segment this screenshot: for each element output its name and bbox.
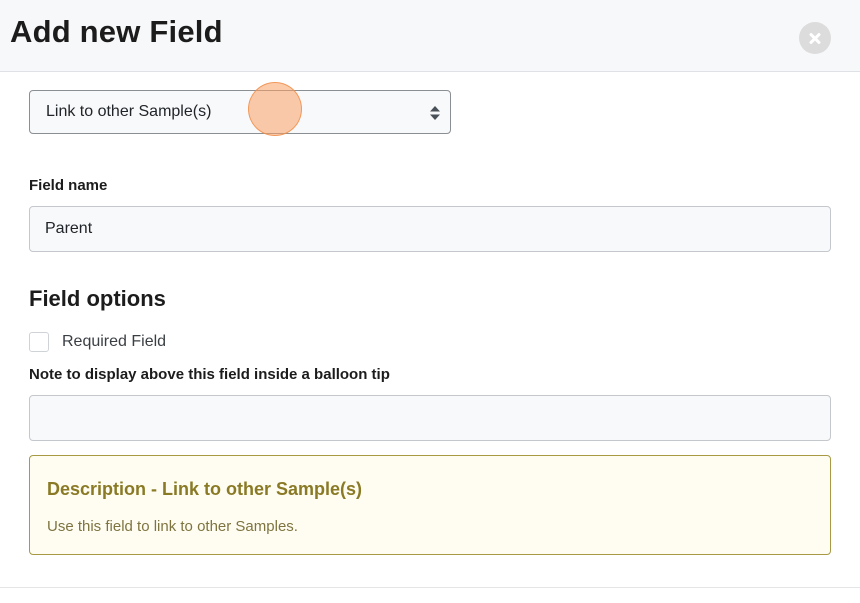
balloon-note-input[interactable] — [29, 395, 831, 441]
description-box: Description - Link to other Sample(s) Us… — [29, 455, 831, 555]
required-field-checkbox[interactable] — [29, 332, 49, 352]
modal-header: Add new Field — [0, 0, 860, 72]
field-name-input[interactable] — [29, 206, 831, 252]
footer-divider — [0, 587, 860, 588]
description-text: Use this field to link to other Samples. — [47, 518, 298, 535]
field-type-select[interactable]: Link to other Sample(s) — [29, 90, 451, 134]
description-title: Description - Link to other Sample(s) — [47, 479, 363, 499]
sort-arrows-icon — [430, 106, 440, 120]
close-icon[interactable] — [799, 22, 831, 54]
add-field-modal: Add new Field Link to other Sample(s) Fi… — [0, 0, 860, 603]
balloon-note-label: Note to display above this field inside … — [29, 366, 390, 383]
field-name-label: Field name — [29, 177, 108, 194]
field-type-selected-value: Link to other Sample(s) — [46, 103, 212, 120]
field-options-title: Field options — [29, 286, 166, 311]
modal-title: Add new Field — [10, 14, 223, 49]
required-field-label[interactable]: Required Field — [62, 333, 166, 351]
